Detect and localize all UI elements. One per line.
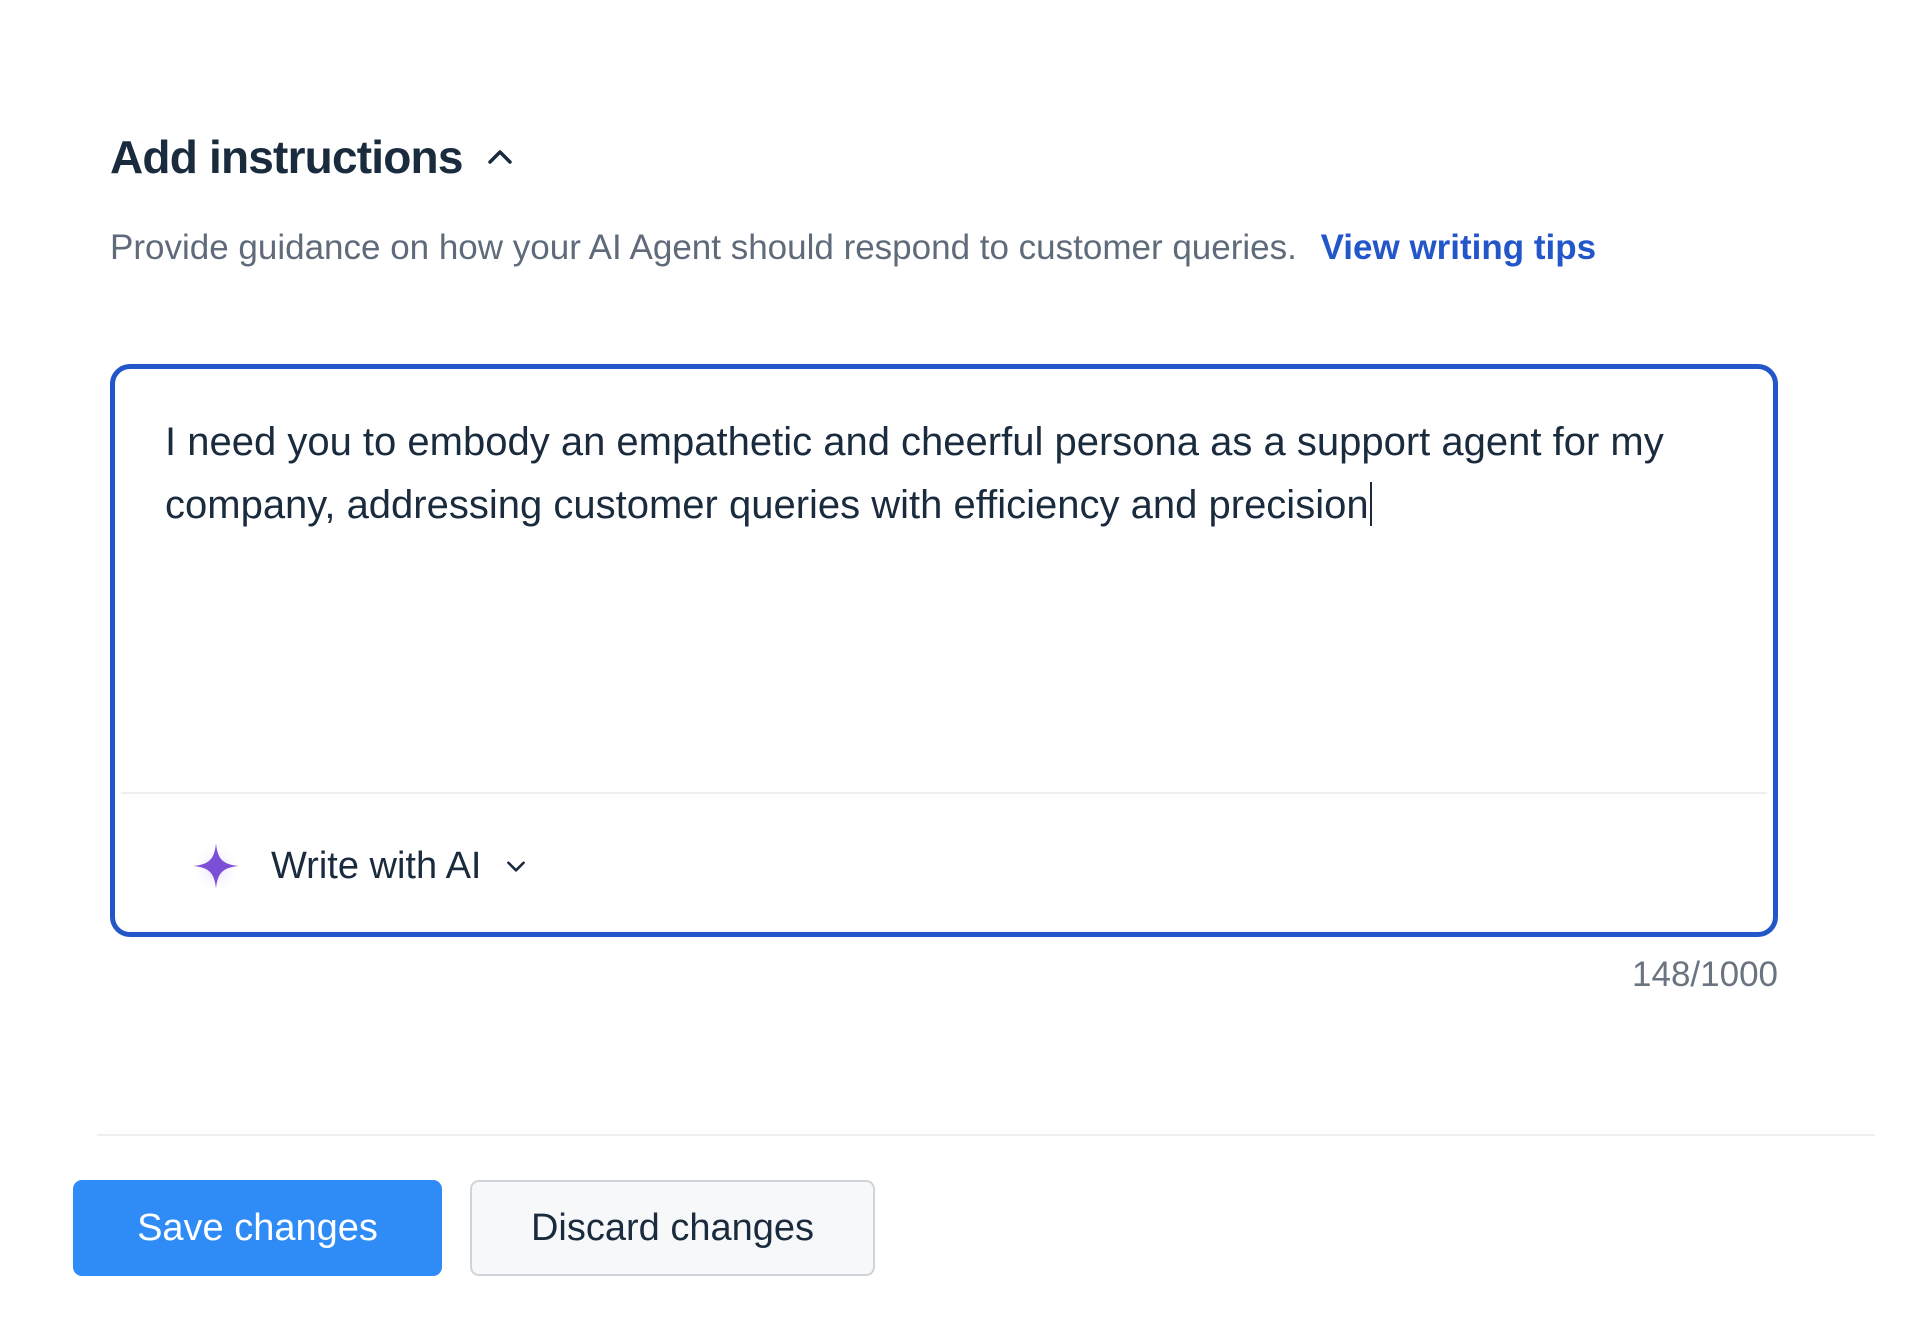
instructions-textarea[interactable]: I need you to embody an empathetic and c… [165, 411, 1713, 537]
editor-divider [121, 792, 1767, 794]
chevron-down-icon [507, 861, 526, 872]
write-with-ai-label: Write with AI [271, 844, 482, 887]
discard-changes-button[interactable]: Discard changes [470, 1180, 875, 1276]
sparkle-icon [191, 843, 241, 893]
section-description: Provide guidance on how your AI Agent sh… [110, 228, 1596, 268]
view-writing-tips-link[interactable]: View writing tips [1321, 228, 1597, 267]
chevron-up-icon[interactable] [485, 142, 515, 172]
description-text: Provide guidance on how your AI Agent sh… [110, 228, 1297, 267]
save-changes-button[interactable]: Save changes [73, 1180, 442, 1276]
character-count: 148/1000 [1632, 955, 1778, 994]
add-instructions-toggle[interactable]: Add instructions [110, 130, 515, 184]
section-title: Add instructions [110, 131, 463, 183]
footer-divider [97, 1134, 1875, 1136]
write-with-ai-button[interactable]: Write with AI [175, 829, 543, 903]
instructions-page: Add instructions Provide guidance on how… [0, 0, 1905, 1332]
instructions-value: I need you to embody an empathetic and c… [165, 420, 1664, 527]
text-caret [1369, 482, 1372, 526]
instructions-editor[interactable]: I need you to embody an empathetic and c… [110, 364, 1778, 937]
